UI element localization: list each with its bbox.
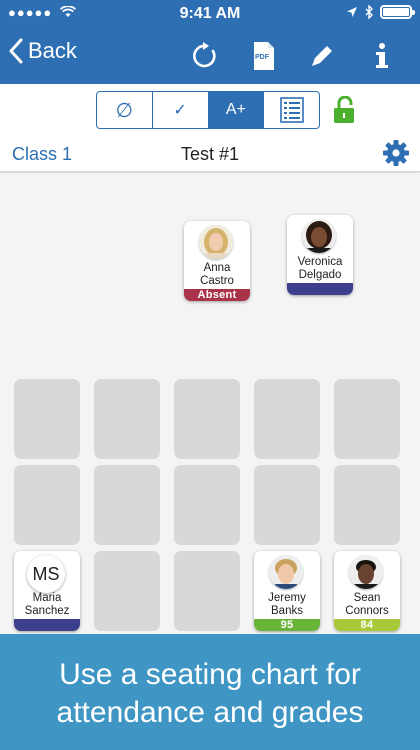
student-card-maria-sanchez[interactable]: MS Maria Sanchez — [14, 551, 80, 631]
location-arrow-icon — [347, 7, 357, 17]
status-right-icons — [346, 5, 415, 19]
empty-seat[interactable] — [174, 465, 240, 545]
empty-seat[interactable] — [174, 379, 240, 459]
status-badge — [14, 619, 80, 631]
status-badge: Absent — [184, 289, 250, 301]
student-name: Jeremy Banks — [268, 592, 306, 617]
empty-seat[interactable] — [14, 465, 80, 545]
refresh-icon — [193, 42, 216, 68]
grade-icon: A+ — [225, 101, 246, 118]
info-icon — [376, 43, 388, 68]
promo-line-2: attendance and grades — [56, 696, 364, 729]
test-title: Test #1 — [180, 144, 240, 164]
empty-seat[interactable] — [174, 551, 240, 631]
student-name: Maria Sanchez — [24, 592, 70, 617]
status-badge — [287, 283, 353, 295]
student-card-sean-connors[interactable]: Sean Connors 84 — [334, 551, 400, 631]
student-photo — [349, 555, 383, 589]
student-initials-avatar: MS — [27, 555, 65, 593]
grade-badge: 95 — [254, 619, 320, 631]
empty-seat[interactable] — [14, 379, 80, 459]
battery-icon — [380, 5, 415, 19]
promo-banner: Use a seating chart for attendance and g… — [0, 634, 420, 750]
empty-seat[interactable] — [254, 379, 320, 459]
student-name: Veronica Delgado — [297, 256, 343, 281]
back-label: Back — [28, 38, 77, 63]
mode-attendance-button[interactable]: ✓ — [153, 92, 209, 128]
mode-grades-button[interactable]: A+ — [208, 92, 265, 128]
promo-line-1: Use a seating chart for — [59, 658, 361, 691]
back-button[interactable]: Back — [8, 38, 77, 64]
student-name: Anna Castro — [200, 262, 234, 287]
empty-seat[interactable] — [94, 465, 160, 545]
class-header-bar: Class 1 Test #1 — [0, 136, 420, 172]
empty-seat[interactable] — [334, 465, 400, 545]
student-card-anna-castro[interactable]: Anna Castro Absent — [184, 221, 250, 301]
student-name: Sean Connors — [345, 592, 389, 617]
unlock-button[interactable] — [333, 95, 355, 129]
empty-seat[interactable] — [94, 551, 160, 631]
mode-list-button[interactable] — [264, 92, 319, 128]
student-photo — [269, 555, 303, 589]
student-card-veronica-delgado[interactable]: Veronica Delgado — [287, 215, 353, 295]
settings-button[interactable] — [382, 139, 410, 172]
mode-segmented-control: ∅ ✓ A+ — [96, 91, 320, 129]
student-photo — [199, 225, 233, 259]
status-bar: ●●●●● 9:41 AM — [0, 0, 420, 28]
empty-seat[interactable] — [254, 465, 320, 545]
pencil-icon — [312, 46, 332, 66]
mode-toolbar: ∅ ✓ A+ — [0, 84, 420, 136]
mode-empty-button[interactable]: ∅ — [97, 92, 153, 128]
list-icon — [279, 97, 304, 123]
pdf-icon-label: PDF — [255, 54, 269, 61]
navigation-bar: Back PDF — [0, 28, 420, 84]
gear-icon — [383, 140, 409, 166]
pdf-button[interactable]: PDF — [248, 40, 280, 72]
seating-chart: Anna Castro Absent Veronica Delgado MS M… — [0, 173, 420, 634]
unlock-icon — [334, 95, 354, 123]
grade-badge: 84 — [334, 619, 400, 631]
refresh-button[interactable] — [189, 40, 221, 72]
empty-seat[interactable] — [94, 379, 160, 459]
bluetooth-icon — [365, 5, 373, 19]
info-button[interactable] — [366, 40, 398, 72]
student-card-jeremy-banks[interactable]: Jeremy Banks 95 — [254, 551, 320, 631]
chevron-left-icon — [9, 38, 23, 64]
edit-button[interactable] — [306, 40, 338, 72]
empty-set-icon: ∅ — [115, 99, 134, 122]
empty-seat[interactable] — [334, 379, 400, 459]
checkmark-icon: ✓ — [173, 102, 187, 119]
student-photo — [302, 219, 336, 253]
